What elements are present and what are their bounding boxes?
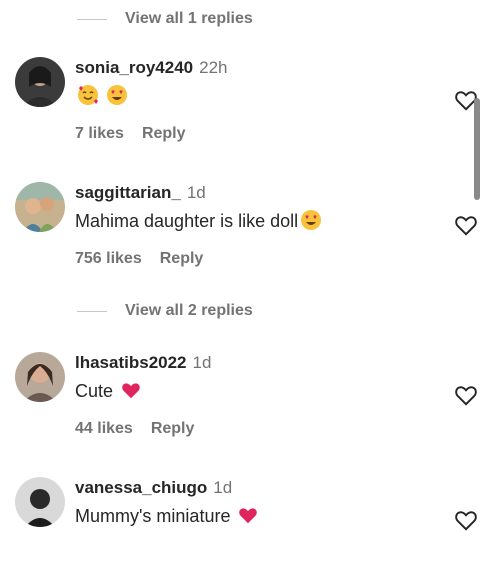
avatar[interactable] (15, 182, 65, 232)
red-heart-icon (120, 379, 142, 408)
comment-timestamp: 22h (199, 58, 228, 77)
comment-item: lhasatibs2022 1d Cute 44 likes Reply (15, 352, 477, 452)
comment-username[interactable]: saggittarian_ (75, 183, 181, 202)
smiling-face-with-hearts-icon (77, 84, 99, 113)
avatar[interactable] (15, 477, 65, 527)
like-count[interactable]: 756 likes (75, 250, 142, 267)
reply-divider-line (77, 18, 107, 20)
comment-timestamp: 1d (192, 353, 212, 372)
comment-username[interactable]: lhasatibs2022 (75, 353, 187, 372)
comment-timestamp: 1d (213, 478, 233, 497)
comment-timestamp: 1d (186, 183, 206, 202)
heart-eyes-icon (300, 209, 322, 238)
heart-outline-icon[interactable] (453, 507, 479, 533)
avatar[interactable] (15, 57, 65, 107)
reply-button[interactable]: Reply (160, 250, 204, 267)
reply-divider-line (77, 310, 107, 312)
red-heart-icon (237, 504, 259, 533)
view-replies-link[interactable]: View all 1 replies (77, 10, 253, 28)
comment-text (75, 83, 415, 113)
like-count[interactable]: 44 likes (75, 420, 133, 437)
heart-eyes-icon (106, 84, 128, 113)
view-replies-label: View all 1 replies (125, 10, 253, 27)
comment-item: vanessa_chiugo 1d Mummy's miniature (15, 477, 477, 577)
comment-text-content: Cute (75, 381, 114, 401)
avatar[interactable] (15, 352, 65, 402)
comment-text: Mummy's miniature (75, 503, 415, 533)
comment-username[interactable]: sonia_roy4240 (75, 58, 193, 77)
scrollbar[interactable] (474, 98, 480, 200)
comment-text-content: Mummy's miniature (75, 506, 231, 526)
heart-outline-icon[interactable] (453, 382, 479, 408)
comment-text: Cute (75, 378, 415, 408)
view-replies-link[interactable]: View all 2 replies (77, 302, 253, 320)
like-count[interactable]: 7 likes (75, 125, 124, 142)
comment-item: sonia_roy4240 22h 7 likes Reply (15, 57, 477, 157)
comment-text-content: Mahima daughter is like doll (75, 211, 299, 231)
reply-button[interactable]: Reply (142, 125, 186, 142)
heart-outline-icon[interactable] (453, 212, 479, 238)
comment-text: Mahima daughter is like doll (75, 208, 415, 238)
comment-item: saggittarian_ 1d Mahima daughter is like … (15, 182, 477, 282)
reply-button[interactable]: Reply (151, 420, 195, 437)
comment-username[interactable]: vanessa_chiugo (75, 478, 207, 497)
view-replies-label: View all 2 replies (125, 302, 253, 319)
